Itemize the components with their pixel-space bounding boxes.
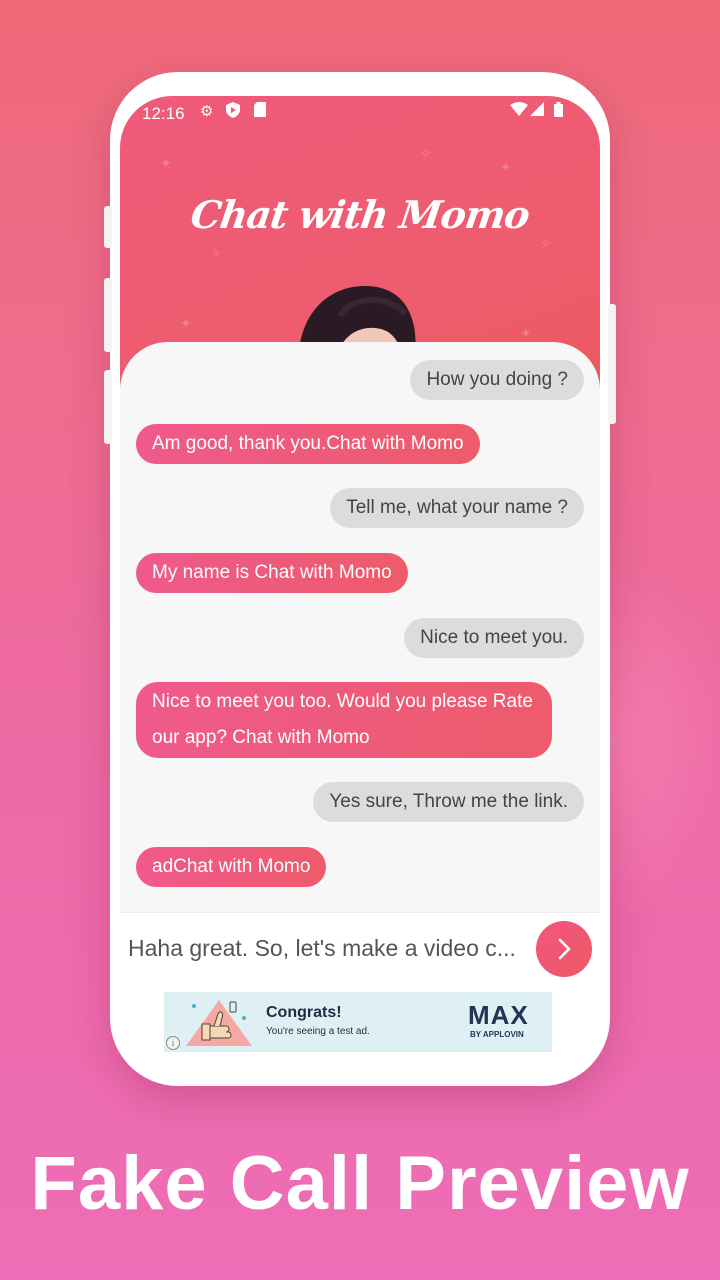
message-incoming: Nice to meet you too. Would you please R… bbox=[136, 682, 552, 758]
phone-side-button bbox=[104, 206, 112, 248]
thumbs-up-icon bbox=[186, 1000, 252, 1046]
promo-caption: Fake Call Preview bbox=[30, 1141, 690, 1226]
message-outgoing: How you doing ? bbox=[410, 360, 584, 400]
message-incoming: adChat with Momo bbox=[136, 847, 327, 887]
phone-screen: ✦ ✧ ✦ ✧ ✧ ✦ ✦ 12:16 ⚙ Chat with Momo How… bbox=[120, 96, 600, 1058]
message-incoming: My name is Chat with Momo bbox=[136, 553, 408, 593]
banner-ad[interactable]: Congrats! You're seeing a test ad. MAX B… bbox=[164, 992, 552, 1052]
ad-headline: Congrats! bbox=[266, 1004, 342, 1021]
wifi-icon bbox=[510, 102, 528, 120]
phone-power-button bbox=[608, 304, 616, 424]
message-outgoing: Tell me, what your name ? bbox=[330, 488, 584, 528]
settings-icon: ⚙ bbox=[200, 103, 214, 120]
app-title: Chat with Momo bbox=[187, 192, 533, 237]
status-bar: 12:16 ⚙ bbox=[120, 96, 600, 132]
message-outgoing: Nice to meet you. bbox=[404, 618, 584, 658]
chevron-right-icon bbox=[558, 938, 571, 960]
ad-brand-sub: BY APPLOVIN bbox=[470, 1030, 524, 1039]
send-button[interactable] bbox=[536, 921, 592, 977]
status-time: 12:16 bbox=[142, 104, 185, 123]
ad-subtext: You're seeing a test ad. bbox=[266, 1026, 370, 1037]
message-composer: Haha great. So, let's make a video c... bbox=[120, 912, 600, 984]
phone-side-button bbox=[104, 278, 112, 352]
shield-icon bbox=[226, 102, 240, 122]
phone-side-button bbox=[104, 370, 112, 444]
message-incoming: Am good, thank you.Chat with Momo bbox=[136, 424, 480, 464]
signal-icon bbox=[530, 102, 544, 120]
ad-brand: MAX bbox=[468, 1000, 529, 1030]
phone-frame: ✦ ✧ ✦ ✧ ✧ ✦ ✦ 12:16 ⚙ Chat with Momo How… bbox=[104, 72, 616, 1086]
chat-panel: How you doing ? Am good, thank you.Chat … bbox=[120, 342, 600, 912]
sd-card-icon bbox=[254, 102, 266, 121]
message-input[interactable]: Haha great. So, let's make a video c... bbox=[128, 935, 534, 962]
message-outgoing: Yes sure, Throw me the link. bbox=[313, 782, 584, 822]
battery-icon bbox=[554, 102, 563, 121]
ad-info-icon[interactable]: i bbox=[166, 1036, 180, 1050]
